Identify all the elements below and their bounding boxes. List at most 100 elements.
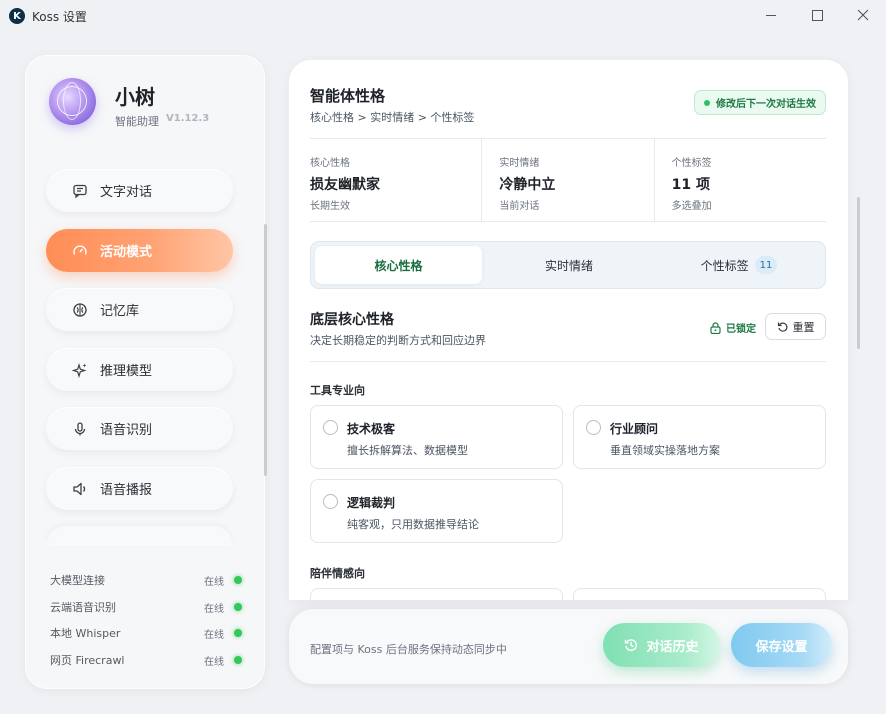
koss-logo-icon — [9, 8, 25, 24]
service-state: 在线 — [204, 576, 224, 588]
section-title: 底层核心性格 — [310, 312, 394, 328]
sidebar-item-more[interactable] — [46, 526, 233, 546]
breadcrumb: 核心性格 > 实时情绪 > 个性标签 — [310, 111, 475, 124]
online-dot-icon — [234, 656, 242, 664]
window-title: Koss 设置 — [32, 10, 87, 24]
mic-icon — [72, 421, 88, 437]
tab-count-badge: 11 — [754, 256, 778, 274]
history-icon — [624, 638, 638, 652]
tab-personal-tags[interactable]: 个性标签 11 — [655, 246, 823, 284]
status-dot-icon — [704, 99, 710, 106]
option-title: 技术极客 — [347, 422, 396, 436]
save-settings-button[interactable]: 保存设置 — [731, 623, 832, 667]
tab-core-personality[interactable]: 核心性格 — [315, 246, 482, 284]
summary-value: 损友幽默家 — [310, 177, 380, 193]
gauge-icon — [72, 243, 88, 259]
sidebar-item-label: 活动模式 — [100, 245, 153, 260]
summary-value: 11 项 — [671, 177, 711, 193]
online-dot-icon — [234, 603, 242, 611]
tab-label: 实时情绪 — [544, 258, 593, 273]
personality-summary: 核心性格 损友幽默家 长期生效 实时情绪 冷静中立 当前对话 个性标签 11 项… — [310, 138, 826, 222]
summary-sub: 长期生效 — [310, 201, 350, 212]
chat-history-label: 对话历史 — [646, 639, 699, 655]
footer-bar: 配置项与 Koss 后台服务保持动态同步中 对话历史 保存设置 — [289, 609, 848, 684]
sidebar-item-speech-broadcast[interactable]: 语音播报 — [46, 467, 233, 510]
tab-realtime-mood[interactable]: 实时情绪 — [483, 246, 655, 284]
profile-role: 智能助理 — [115, 115, 159, 128]
group-label: 陪伴情感向 — [310, 567, 365, 580]
summary-caption: 实时情绪 — [499, 158, 540, 169]
service-name: 本地 Whisper — [50, 627, 121, 640]
summary-caption: 个性标签 — [671, 158, 712, 169]
page-title: 智能体性格 — [310, 87, 386, 105]
reset-button-label: 重置 — [792, 320, 815, 334]
option-logic-judge[interactable]: 逻辑裁判 纯客观，只用数据推导结论 — [310, 479, 563, 543]
service-status-row: 云端语音识别 在线 — [50, 598, 242, 616]
sidebar-scrollbar[interactable] — [264, 224, 267, 476]
summary-value: 冷静中立 — [499, 177, 556, 193]
option-industry-advisor[interactable]: 行业顾问 垂直领域实操落地方案 — [573, 405, 826, 469]
chat-history-button[interactable]: 对话历史 — [603, 623, 720, 667]
speaker-icon — [72, 481, 88, 497]
divider — [310, 361, 826, 362]
chat-icon — [72, 183, 88, 199]
status-badge: 修改后下一次对话生效 — [694, 90, 826, 115]
summary-tags: 个性标签 11 项 多选叠加 — [653, 139, 826, 221]
reset-button[interactable]: 重置 — [765, 313, 826, 340]
avatar — [49, 78, 96, 125]
radio-button[interactable] — [586, 420, 601, 435]
sidebar-item-label: 语音播报 — [100, 483, 153, 498]
service-status-row: 本地 Whisper 在线 — [50, 624, 242, 642]
brain-icon — [72, 302, 88, 318]
summary-core: 核心性格 损友幽默家 长期生效 — [310, 139, 481, 221]
group-label: 工具专业向 — [310, 384, 365, 397]
option-title: 行业顾问 — [610, 422, 659, 436]
section-desc: 决定长期稳定的判断方式和回应边界 — [310, 334, 486, 347]
option-desc: 擅长拆解算法、数据模型 — [347, 444, 468, 457]
sidebar-item-label: 记忆库 — [100, 304, 140, 319]
sidebar-item-reasoning-model[interactable]: 推理模型 — [46, 348, 233, 391]
option-desc: 纯客观，只用数据推导结论 — [347, 518, 479, 531]
sidebar: 小树 智能助理 V1.12.3 文字对话 活动模式 记忆库 推理模型 语音识别 — [25, 55, 267, 689]
option-card[interactable] — [573, 588, 826, 600]
sidebar-item-memory[interactable]: 记忆库 — [46, 288, 233, 331]
reset-icon — [777, 321, 789, 333]
main-panel: 智能体性格 核心性格 > 实时情绪 > 个性标签 修改后下一次对话生效 核心性格… — [289, 60, 848, 600]
service-status-row: 大模型连接 在线 — [50, 571, 242, 589]
minimize-icon[interactable] — [748, 0, 794, 30]
option-tech-geek[interactable]: 技术极客 擅长拆解算法、数据模型 — [310, 405, 563, 469]
online-dot-icon — [234, 576, 242, 584]
maximize-icon[interactable] — [794, 0, 840, 30]
service-name: 网页 Firecrawl — [50, 654, 125, 667]
profile-version: V1.12.3 — [166, 113, 210, 124]
tab-label: 核心性格 — [374, 258, 423, 273]
service-state: 在线 — [204, 629, 224, 641]
tab-bar: 核心性格 实时情绪 个性标签 11 — [310, 241, 826, 289]
sidebar-item-activity-mode[interactable]: 活动模式 — [46, 229, 233, 272]
radio-button[interactable] — [323, 420, 338, 435]
option-card[interactable] — [310, 588, 563, 600]
save-settings-label: 保存设置 — [755, 639, 808, 655]
summary-sub: 当前对话 — [499, 201, 540, 212]
sidebar-item-label: 推理模型 — [100, 364, 153, 379]
service-state: 在线 — [204, 603, 224, 615]
radio-button[interactable] — [323, 494, 338, 509]
summary-mood: 实时情绪 冷静中立 当前对话 — [481, 139, 653, 221]
sidebar-item-text-chat[interactable]: 文字对话 — [46, 169, 233, 212]
service-status-row: 网页 Firecrawl 在线 — [50, 651, 242, 669]
sync-status-text: 配置项与 Koss 后台服务保持动态同步中 — [310, 643, 507, 656]
status-badge-label: 修改后下一次对话生效 — [716, 99, 816, 110]
option-desc: 垂直领域实操落地方案 — [610, 444, 720, 457]
service-name: 云端语音识别 — [50, 601, 116, 614]
sidebar-item-speech-recognition[interactable]: 语音识别 — [46, 407, 233, 450]
sidebar-item-label: 文字对话 — [100, 185, 153, 200]
main-scrollbar[interactable] — [857, 197, 860, 349]
title-bar: Koss 设置 — [0, 0, 886, 32]
locked-label: 已锁定 — [726, 324, 756, 335]
sparkle-icon — [72, 362, 88, 378]
tab-label: 个性标签 — [700, 258, 749, 273]
option-title: 逻辑裁判 — [347, 496, 396, 510]
lock-icon — [710, 321, 721, 334]
close-icon[interactable] — [840, 0, 886, 30]
sidebar-item-label: 语音识别 — [100, 423, 153, 438]
